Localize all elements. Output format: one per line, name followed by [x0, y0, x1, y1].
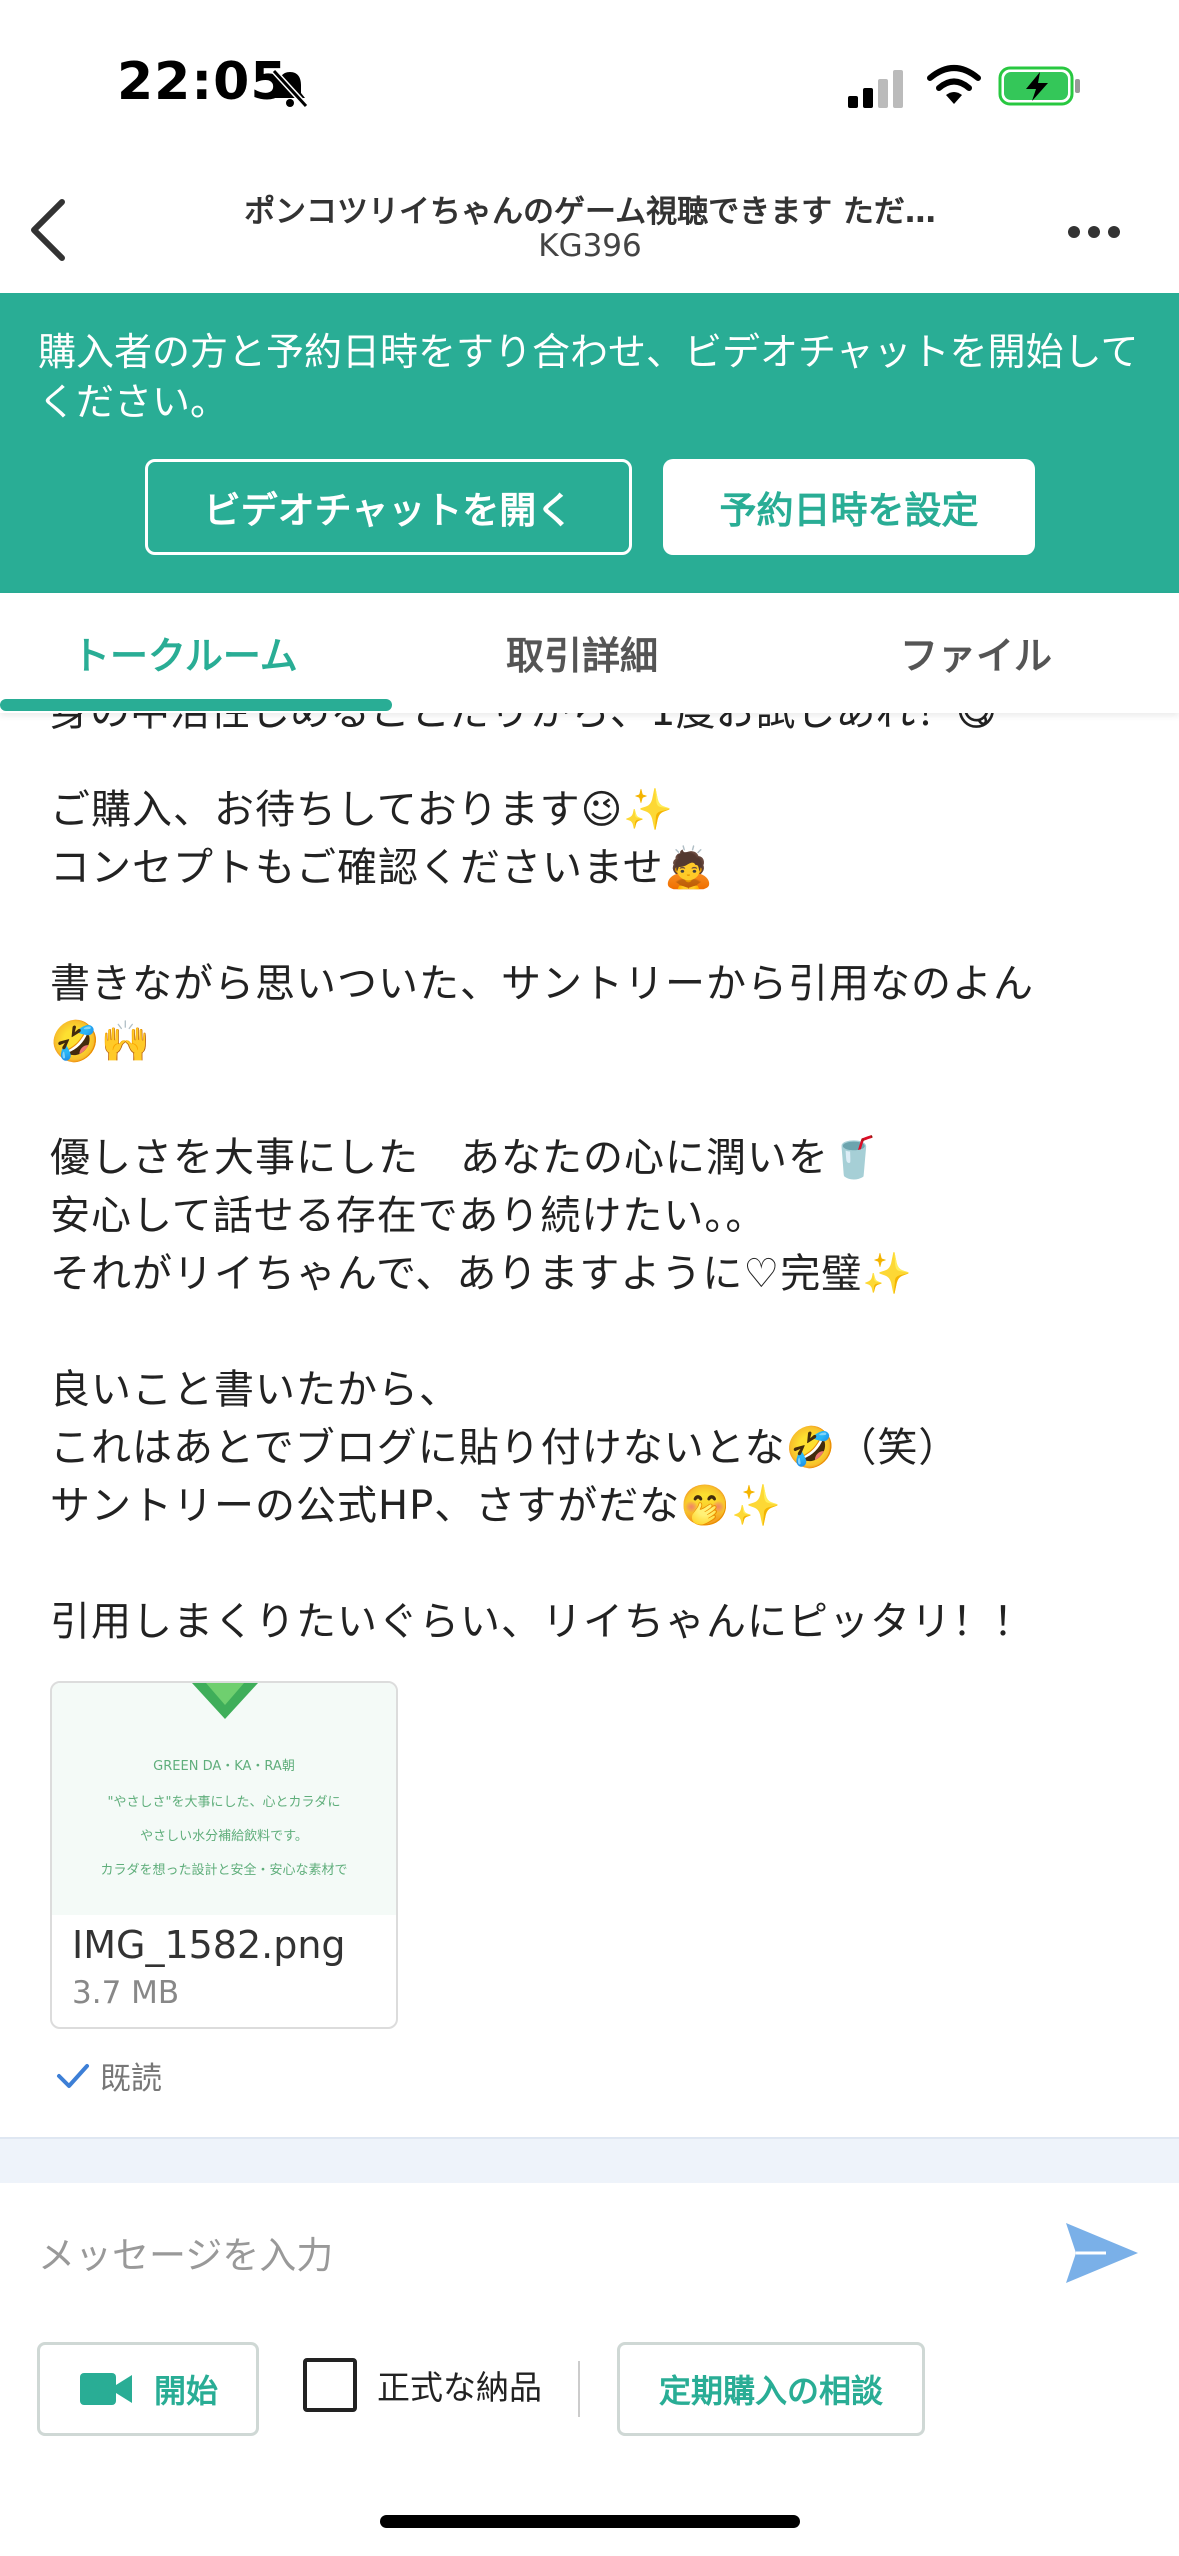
- thumbnail-text: やさしい水分補給飲料です。: [140, 1829, 308, 1844]
- next-message-strip: [0, 2137, 1179, 2183]
- message-line: 安心して話せる存在であり続けたい。。: [50, 1193, 767, 1239]
- set-reservation-date-button[interactable]: 予約日時を設定: [663, 459, 1035, 555]
- active-tab-indicator: [0, 699, 392, 711]
- video-camera-icon: [79, 2373, 132, 2405]
- status-bar: 22:05: [0, 0, 1179, 170]
- cellular-signal-icon: [848, 70, 903, 108]
- wifi-icon: [927, 65, 981, 104]
- transaction-id: KG396: [538, 228, 642, 264]
- page-title: ポンコツリイちゃんのゲーム視聴できます ただ…: [244, 194, 936, 230]
- attachment-thumbnail: GREEN DA・KA・RA朝 "やさしさ"を大事にした、心とカラダに やさしい…: [52, 1683, 396, 1915]
- divider: [578, 2361, 580, 2417]
- message-input[interactable]: [38, 2223, 1038, 2287]
- tab-talkroom[interactable]: トークルーム: [72, 625, 298, 680]
- message-line: 優しさを大事にした あなたの心に潤いを🥤: [50, 1135, 880, 1181]
- message-line: 書きながら思いついた、サントリーから引用なのよん: [50, 961, 1034, 1007]
- thumbnail-text: カラダを想った設計と安全・安心な素材で: [100, 1863, 348, 1878]
- thumbnail-text: "やさしさ"を大事にした、心とカラダに: [107, 1795, 341, 1810]
- read-label: 既読: [100, 2061, 162, 2097]
- battery-charging-icon: [998, 66, 1080, 106]
- tab-files[interactable]: ファイル: [900, 625, 1052, 680]
- brand-logo-icon: [192, 1683, 258, 1719]
- start-video-button[interactable]: 開始: [37, 2342, 259, 2436]
- send-icon[interactable]: [1062, 2213, 1142, 2293]
- banner-text: 購入者の方と予約日時をすり合わせ、ビデオチャットを開始してください。: [38, 330, 1139, 424]
- read-status: 既読: [56, 2053, 162, 2098]
- more-options-icon[interactable]: [1066, 220, 1122, 244]
- bell-muted-icon: [271, 68, 309, 109]
- message-line: 良いこと書いたから、: [50, 1367, 460, 1413]
- tab-transaction-details[interactable]: 取引詳細: [506, 625, 658, 680]
- message-line: これはあとでブログに貼り付けないとな🤣（笑）: [50, 1425, 960, 1471]
- open-video-chat-button[interactable]: ビデオチャットを開く: [145, 459, 632, 555]
- status-time: 22:05: [117, 52, 288, 112]
- message-line: 🤣🙌: [50, 1019, 152, 1065]
- message-line: 身の中活性しめることだりから、1度お試しあれ！😋: [50, 713, 997, 741]
- chat-message: 身の中活性しめることだりから、1度お試しあれ！😋 ご購入、お待ちしております😉✨…: [0, 713, 1179, 2183]
- message-line: コンセプトもご確認くださいませ🙇: [50, 845, 715, 891]
- video-chat-banner: 購入者の方と予約日時をすり合わせ、ビデオチャットを開始してください。 ビデオチャ…: [0, 293, 1179, 593]
- message-line: ご購入、お待ちしております😉✨: [50, 787, 675, 833]
- attachment-filename: IMG_1582.png: [72, 1923, 346, 1967]
- formal-delivery-label: 正式な納品: [377, 2368, 542, 2407]
- thumbnail-text: GREEN DA・KA・RA朝: [153, 1759, 295, 1774]
- checkbox-box[interactable]: [303, 2358, 357, 2412]
- image-attachment[interactable]: GREEN DA・KA・RA朝 "やさしさ"を大事にした、心とカラダに やさしい…: [50, 1681, 398, 2029]
- message-line: それがリイちゃんで、ありますように♡完璧✨: [50, 1251, 914, 1297]
- message-composer: 開始 正式な納品 定期購入の相談: [0, 2183, 1179, 2556]
- header: ポンコツリイちゃんのゲーム視聴できます ただ… KG396: [0, 170, 1179, 293]
- attachment-size: 3.7 MB: [72, 1975, 180, 2011]
- message-line: サントリーの公式HP、さすがだな🤭✨: [50, 1483, 782, 1529]
- formal-delivery-checkbox[interactable]: 正式な納品: [303, 2358, 542, 2412]
- check-icon: [57, 2063, 89, 2088]
- message-line: 引用しまくりたいぐらい、リイちゃんにピッタリ！！: [50, 1599, 1034, 1645]
- start-label: 開始: [153, 2372, 218, 2410]
- back-chevron-icon[interactable]: [22, 194, 74, 266]
- tab-bar: トークルーム 取引詳細 ファイル: [0, 593, 1179, 713]
- subscription-consult-button[interactable]: 定期購入の相談: [617, 2342, 925, 2436]
- home-indicator: [380, 2515, 800, 2528]
